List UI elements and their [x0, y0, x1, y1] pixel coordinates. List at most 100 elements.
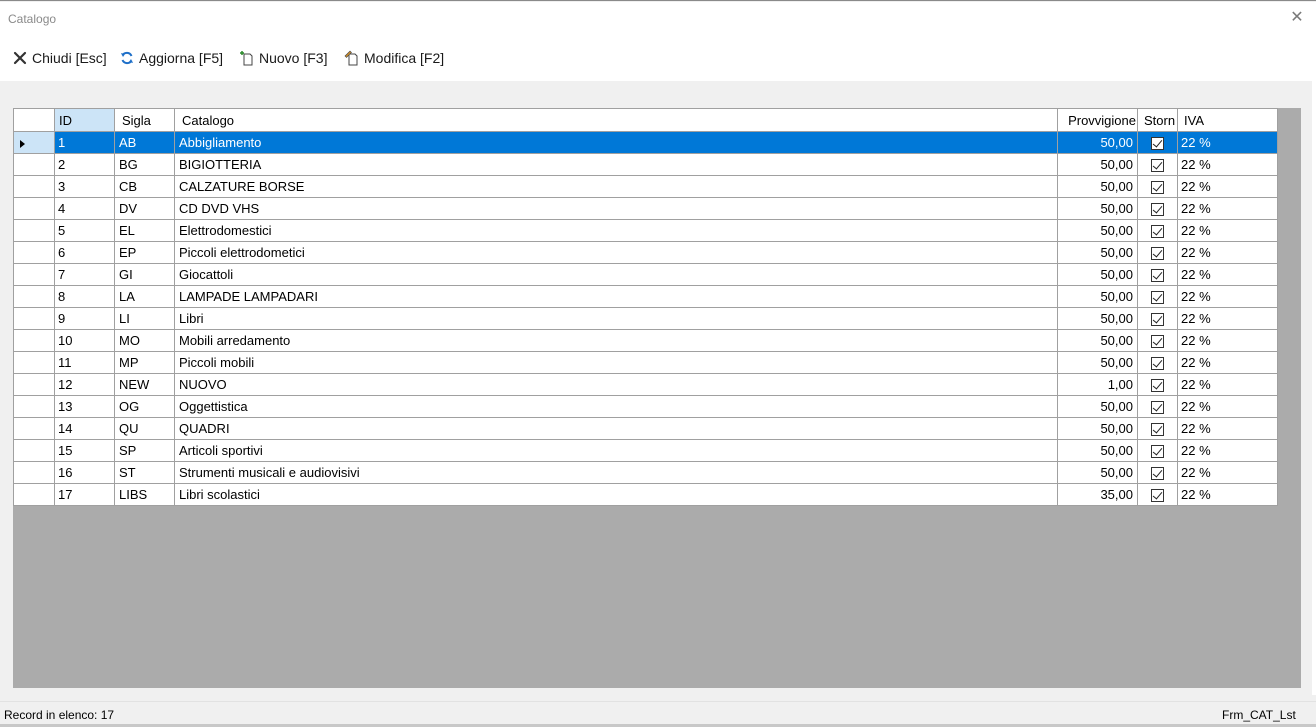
cell-iva[interactable]: 22 % [1177, 461, 1278, 484]
row-header[interactable] [13, 483, 55, 506]
row-header[interactable] [13, 373, 55, 396]
cell-id[interactable]: 10 [54, 329, 115, 352]
close-button[interactable]: Chiudi [Esc] [12, 49, 107, 67]
storn-checkbox[interactable] [1151, 379, 1164, 393]
cell-id[interactable]: 5 [54, 219, 115, 242]
cell-iva[interactable]: 22 % [1177, 329, 1278, 352]
cell-id[interactable]: 17 [54, 483, 115, 506]
cell-sigla[interactable]: ST [114, 461, 175, 484]
storn-checkbox[interactable] [1151, 247, 1164, 261]
cell-id[interactable]: 8 [54, 285, 115, 308]
storn-checkbox[interactable] [1151, 467, 1164, 481]
cell-catalogo[interactable]: Giocattoli [174, 263, 1058, 286]
table-row[interactable]: 17 LIBS Libri scolastici 35,00 22 % [13, 483, 1278, 506]
cell-id[interactable]: 3 [54, 175, 115, 198]
storn-checkbox[interactable] [1151, 269, 1164, 283]
cell-iva[interactable]: 22 % [1177, 153, 1278, 176]
column-header-catalogo[interactable]: Catalogo [174, 108, 1058, 132]
storn-checkbox[interactable] [1151, 445, 1164, 459]
cell-storn[interactable] [1137, 307, 1178, 330]
row-header[interactable] [13, 219, 55, 242]
table-row[interactable]: 8 LA LAMPADE LAMPADARI 50,00 22 % [13, 285, 1278, 308]
cell-sigla[interactable]: EL [114, 219, 175, 242]
table-row[interactable]: 2 BG BIGIOTTERIA 50,00 22 % [13, 153, 1278, 176]
edit-button[interactable]: Modifica [F2] [344, 49, 444, 67]
table-row[interactable]: 3 CB CALZATURE BORSE 50,00 22 % [13, 175, 1278, 198]
row-header[interactable] [13, 329, 55, 352]
cell-provvigione[interactable]: 50,00 [1057, 219, 1138, 242]
cell-storn[interactable] [1137, 461, 1178, 484]
storn-checkbox[interactable] [1151, 159, 1164, 173]
cell-storn[interactable] [1137, 395, 1178, 418]
storn-checkbox[interactable] [1151, 489, 1164, 503]
column-header-id[interactable]: ID [54, 108, 115, 132]
cell-iva[interactable]: 22 % [1177, 263, 1278, 286]
cell-iva[interactable]: 22 % [1177, 197, 1278, 220]
cell-sigla[interactable]: QU [114, 417, 175, 440]
cell-storn[interactable] [1137, 241, 1178, 264]
column-header-iva[interactable]: IVA [1177, 108, 1278, 132]
cell-storn[interactable] [1137, 285, 1178, 308]
table-row[interactable]: 4 DV CD DVD VHS 50,00 22 % [13, 197, 1278, 220]
cell-sigla[interactable]: MO [114, 329, 175, 352]
cell-id[interactable]: 6 [54, 241, 115, 264]
table-row[interactable]: 5 EL Elettrodomestici 50,00 22 % [13, 219, 1278, 242]
table-row[interactable]: 15 SP Articoli sportivi 50,00 22 % [13, 439, 1278, 462]
table-row[interactable]: 12 NEW NUOVO 1,00 22 % [13, 373, 1278, 396]
cell-provvigione[interactable]: 50,00 [1057, 439, 1138, 462]
cell-provvigione[interactable]: 50,00 [1057, 131, 1138, 154]
cell-provvigione[interactable]: 50,00 [1057, 263, 1138, 286]
column-header-sigla[interactable]: Sigla [114, 108, 175, 132]
storn-checkbox[interactable] [1151, 335, 1164, 349]
cell-sigla[interactable]: NEW [114, 373, 175, 396]
cell-id[interactable]: 4 [54, 197, 115, 220]
cell-id[interactable]: 9 [54, 307, 115, 330]
cell-storn[interactable] [1137, 373, 1178, 396]
cell-sigla[interactable]: LA [114, 285, 175, 308]
row-header[interactable] [13, 395, 55, 418]
cell-provvigione[interactable]: 50,00 [1057, 285, 1138, 308]
cell-iva[interactable]: 22 % [1177, 417, 1278, 440]
cell-provvigione[interactable]: 35,00 [1057, 483, 1138, 506]
cell-catalogo[interactable]: CD DVD VHS [174, 197, 1058, 220]
cell-sigla[interactable]: CB [114, 175, 175, 198]
cell-provvigione[interactable]: 1,00 [1057, 373, 1138, 396]
storn-checkbox[interactable] [1151, 423, 1164, 437]
cell-iva[interactable]: 22 % [1177, 373, 1278, 396]
cell-storn[interactable] [1137, 219, 1178, 242]
cell-sigla[interactable]: SP [114, 439, 175, 462]
row-header[interactable] [13, 439, 55, 462]
cell-provvigione[interactable]: 50,00 [1057, 329, 1138, 352]
cell-sigla[interactable]: GI [114, 263, 175, 286]
cell-storn[interactable] [1137, 439, 1178, 462]
cell-provvigione[interactable]: 50,00 [1057, 351, 1138, 374]
cell-sigla[interactable]: AB [114, 131, 175, 154]
storn-checkbox[interactable] [1151, 203, 1164, 217]
cell-provvigione[interactable]: 50,00 [1057, 307, 1138, 330]
cell-storn[interactable] [1137, 175, 1178, 198]
column-header-provvigione[interactable]: Provvigione [1057, 108, 1138, 132]
row-header[interactable] [13, 241, 55, 264]
cell-catalogo[interactable]: Libri scolastici [174, 483, 1058, 506]
cell-iva[interactable]: 22 % [1177, 241, 1278, 264]
cell-id[interactable]: 16 [54, 461, 115, 484]
cell-provvigione[interactable]: 50,00 [1057, 417, 1138, 440]
catalog-grid[interactable]: ID Sigla Catalogo Provvigione Storn IVA … [13, 108, 1301, 688]
cell-iva[interactable]: 22 % [1177, 351, 1278, 374]
cell-provvigione[interactable]: 50,00 [1057, 241, 1138, 264]
cell-catalogo[interactable]: BIGIOTTERIA [174, 153, 1058, 176]
cell-sigla[interactable]: OG [114, 395, 175, 418]
cell-catalogo[interactable]: Strumenti musicali e audiovisivi [174, 461, 1058, 484]
cell-provvigione[interactable]: 50,00 [1057, 395, 1138, 418]
cell-catalogo[interactable]: CALZATURE BORSE [174, 175, 1058, 198]
row-header[interactable] [13, 285, 55, 308]
cell-provvigione[interactable]: 50,00 [1057, 197, 1138, 220]
cell-id[interactable]: 2 [54, 153, 115, 176]
cell-storn[interactable] [1137, 417, 1178, 440]
storn-checkbox[interactable] [1151, 401, 1164, 415]
row-header[interactable] [13, 461, 55, 484]
cell-storn[interactable] [1137, 131, 1178, 154]
storn-checkbox[interactable] [1151, 225, 1164, 239]
table-row[interactable]: 9 LI Libri 50,00 22 % [13, 307, 1278, 330]
row-header[interactable] [13, 263, 55, 286]
